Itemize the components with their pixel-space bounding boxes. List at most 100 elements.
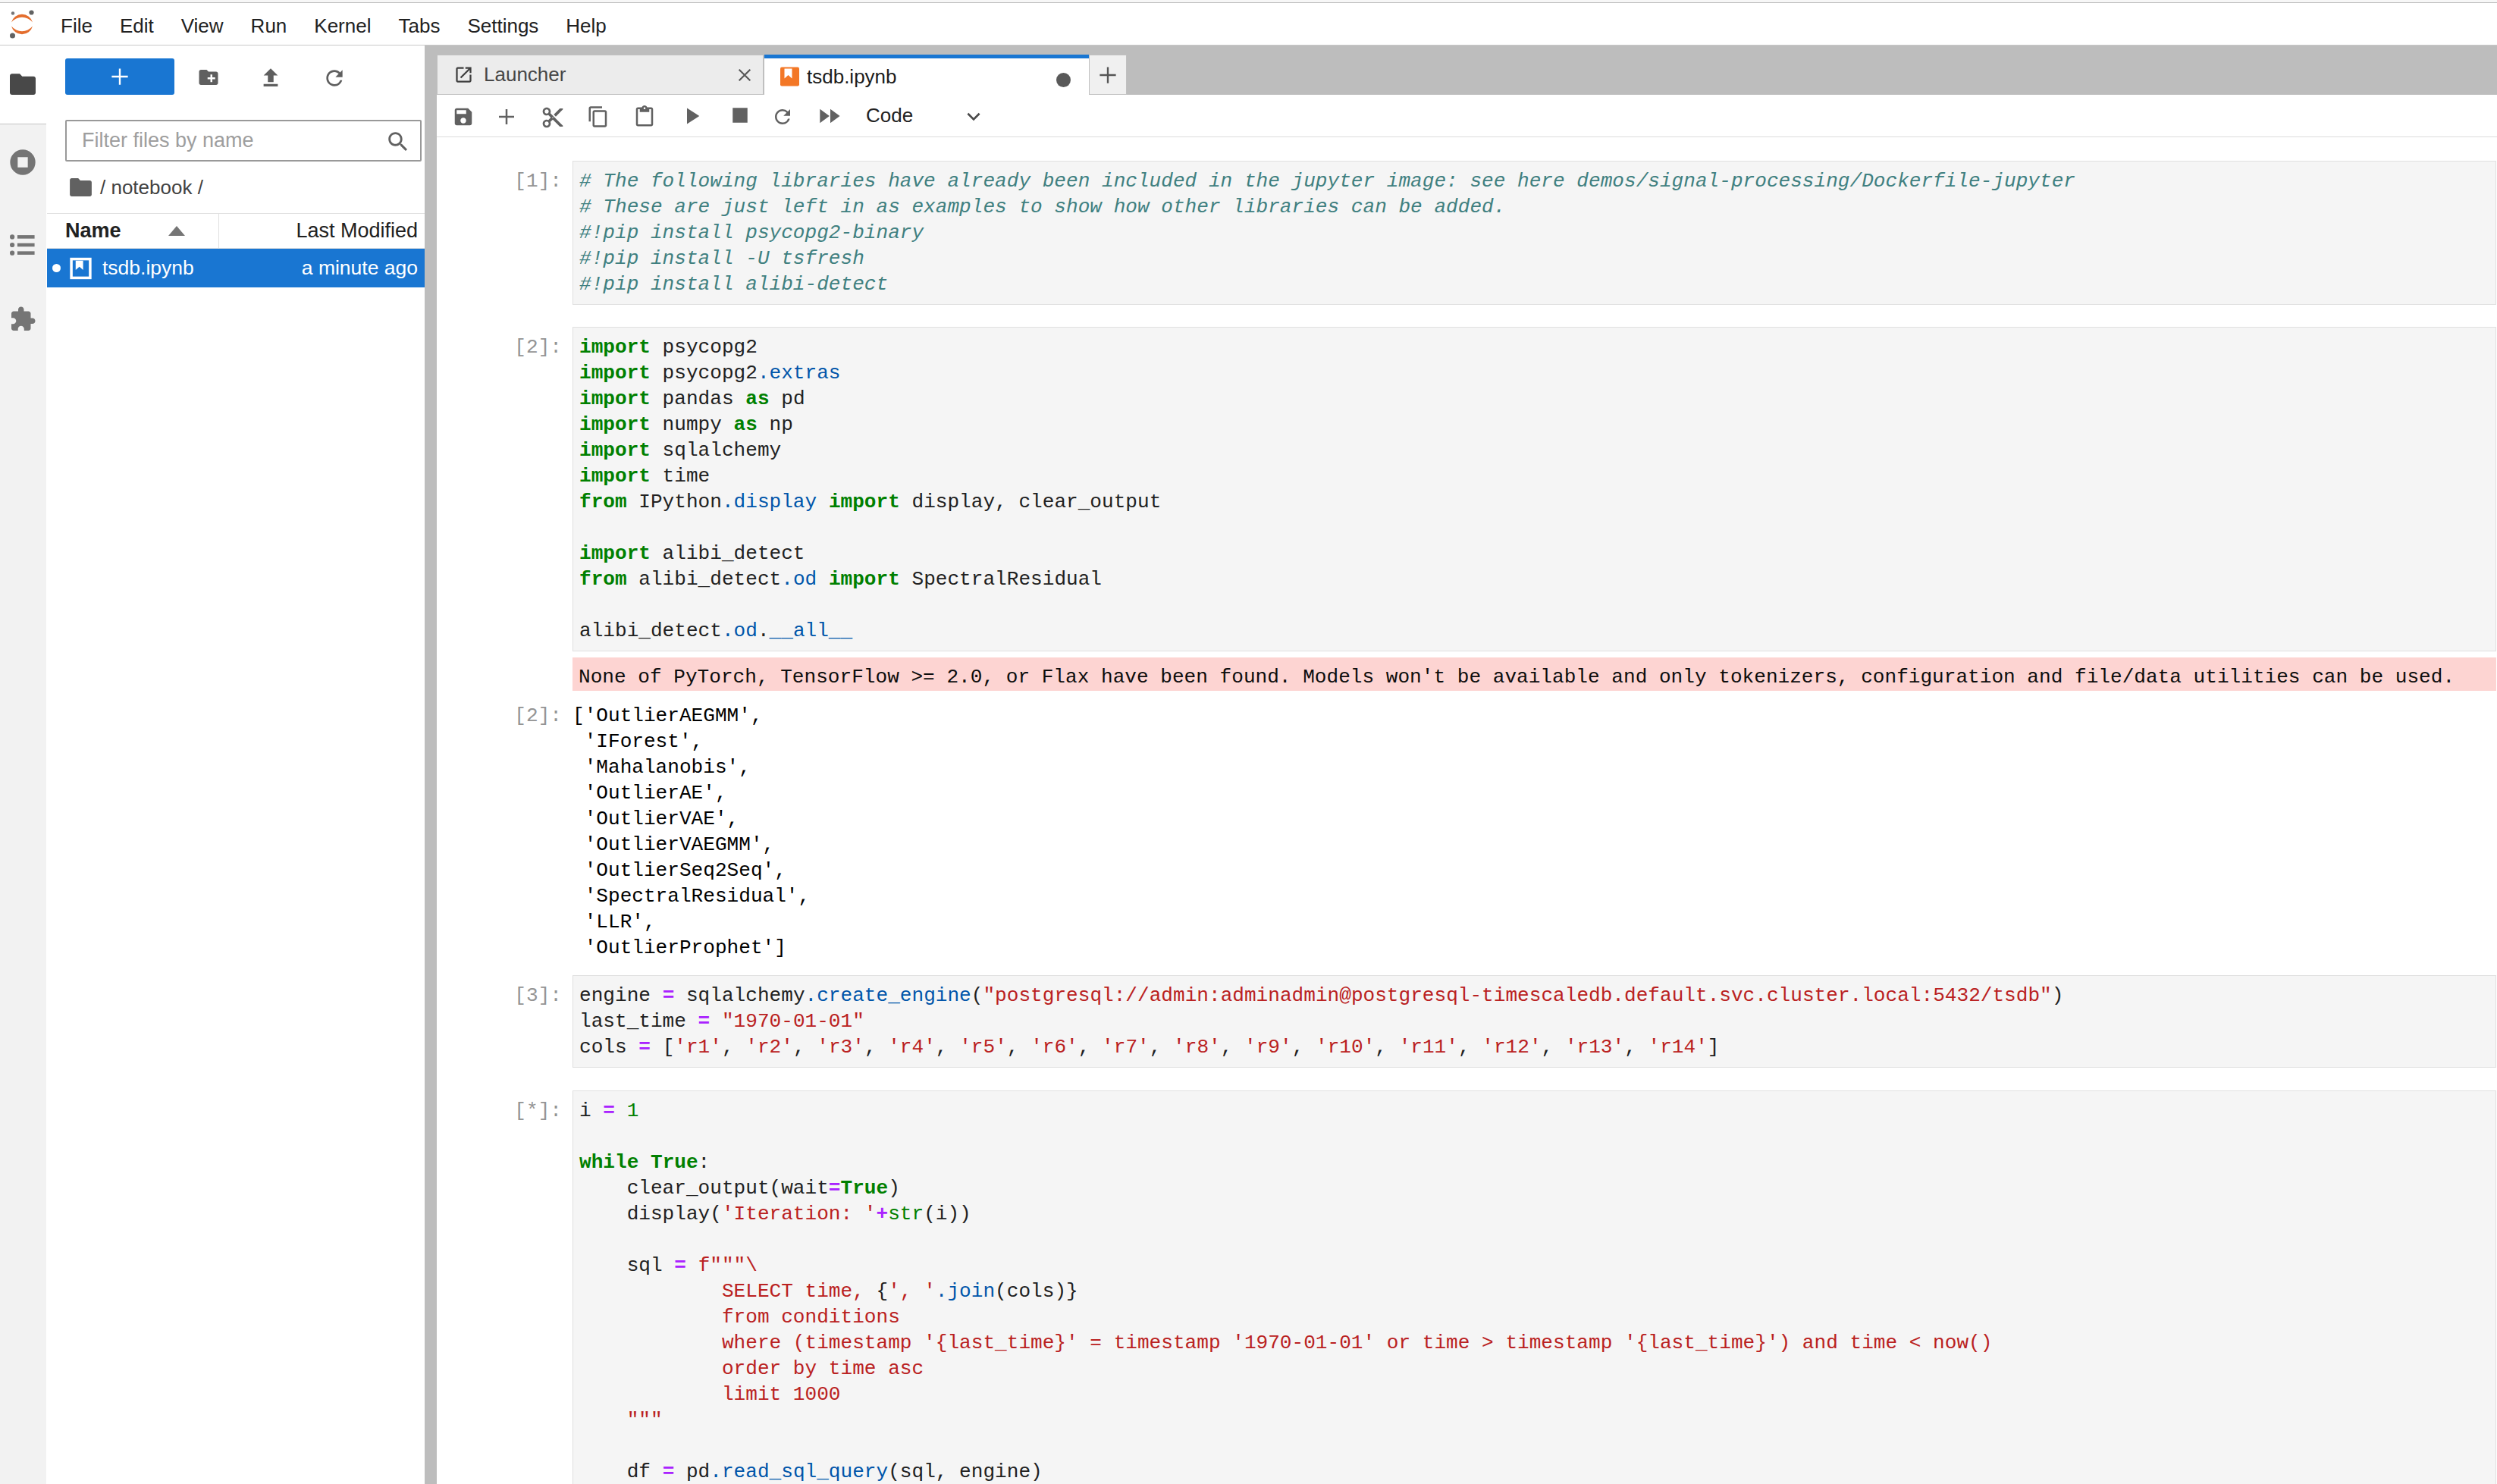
- code-line: from IPython.display import display, cle…: [579, 489, 2495, 515]
- tab-notebook[interactable]: tsdb.ipynb: [764, 55, 1089, 95]
- code-token: import: [579, 413, 651, 436]
- cut-button[interactable]: [541, 105, 562, 127]
- code-token: 'r12': [1482, 1036, 1541, 1059]
- code-token: # These are just left in as examples to …: [579, 196, 1505, 218]
- code-line: """: [579, 1407, 2495, 1433]
- close-icon[interactable]: [736, 67, 753, 83]
- code-line: [579, 515, 2495, 541]
- code-token: clear_output(wait: [579, 1177, 829, 1200]
- cell-editor[interactable]: i = 1 while True: clear_output(wait=True…: [572, 1090, 2496, 1484]
- code-token: last_time: [579, 1010, 698, 1033]
- menu-item-kernel[interactable]: Kernel: [300, 3, 384, 46]
- home-folder-icon[interactable]: [70, 178, 92, 196]
- code-line: #!pip install alibi-detect: [579, 271, 2495, 297]
- cell-editor[interactable]: # The following libraries have already b…: [572, 161, 2496, 305]
- code-token: (i)): [924, 1203, 971, 1225]
- menu-item-settings[interactable]: Settings: [453, 3, 552, 46]
- tab-notebook-label: tsdb.ipynb: [807, 65, 897, 89]
- code-token: [710, 1010, 722, 1033]
- code-token: ,: [1007, 1036, 1030, 1059]
- run-button[interactable]: [682, 105, 703, 127]
- code-token: 'r13': [1565, 1036, 1624, 1059]
- add-cell-button[interactable]: [495, 105, 516, 127]
- code-token: 'Iteration: ': [722, 1203, 877, 1225]
- code-token: .display: [722, 491, 817, 513]
- new-tab-button[interactable]: [1089, 55, 1127, 95]
- cell-type-dropdown[interactable]: Code: [866, 104, 913, 127]
- code-token: import: [579, 387, 651, 410]
- stderr-output: None of PyTorch, TensorFlow >= 2.0, or F…: [572, 657, 2496, 691]
- file-row-selected[interactable]: tsdb.ipynb a minute ago: [47, 249, 425, 287]
- activity-running-sessions-icon[interactable]: [0, 147, 45, 177]
- code-token: time: [651, 465, 710, 488]
- code-token: sqlalchemy: [674, 984, 805, 1007]
- code-line: import pandas as pd: [579, 386, 2495, 412]
- new-launcher-button[interactable]: [65, 58, 174, 95]
- code-line: [579, 592, 2495, 618]
- code-token: IPython: [627, 491, 722, 513]
- cell-editor[interactable]: import psycopg2import psycopg2.extrasimp…: [572, 327, 2496, 651]
- code-token: :: [698, 1151, 711, 1174]
- restart-button[interactable]: [771, 105, 792, 127]
- code-token: 'r8': [1173, 1036, 1221, 1059]
- output-line: 'Mahalanobis',: [572, 755, 2496, 780]
- code-line: import numpy as np: [579, 412, 2495, 438]
- code-token: as: [745, 387, 769, 410]
- code-token: alibi_detect: [579, 620, 722, 642]
- output-line: 'SpectralResidual',: [572, 883, 2496, 909]
- output-line: 'OutlierVAE',: [572, 806, 2496, 832]
- menu-item-edit[interactable]: Edit: [106, 3, 168, 46]
- code-token: engine: [579, 984, 663, 1007]
- code-token: df: [579, 1460, 663, 1483]
- code-token: 'r2': [745, 1036, 793, 1059]
- upload-button[interactable]: [259, 66, 284, 89]
- activity-folder-icon[interactable]: [0, 74, 45, 96]
- code-line: display('Iteration: '+str(i)): [579, 1201, 2495, 1227]
- code-token: 'r7': [1102, 1036, 1150, 1059]
- code-line: [579, 1227, 2495, 1253]
- code-token: 'r11': [1399, 1036, 1458, 1059]
- menu-item-file[interactable]: File: [47, 3, 106, 46]
- file-filter-input[interactable]: [67, 121, 420, 160]
- notebook-panel: [1]:# The following libraries have alrea…: [437, 137, 2497, 1484]
- menu-item-help[interactable]: Help: [552, 3, 620, 46]
- dock-tab-bar: Launcher tsdb.ipynb: [437, 45, 2497, 95]
- paste-button[interactable]: [633, 105, 654, 127]
- panel-splitter[interactable]: [425, 45, 437, 1484]
- cell-editor[interactable]: engine = sqlalchemy.create_engine("postg…: [572, 975, 2496, 1068]
- code-cell: [3]:engine = sqlalchemy.create_engine("p…: [437, 975, 2497, 1068]
- code-token: True: [841, 1177, 889, 1200]
- code-line: last_time = "1970-01-01": [579, 1009, 2495, 1034]
- code-token: import: [579, 439, 651, 462]
- run-all-button[interactable]: [818, 105, 839, 127]
- new-folder-button[interactable]: [196, 66, 221, 89]
- activity-table-of-contents-icon[interactable]: [0, 234, 45, 256]
- refresh-button[interactable]: [322, 66, 348, 89]
- chevron-down-icon: [964, 106, 983, 126]
- code-token: =: [638, 1036, 651, 1059]
- copy-button[interactable]: [587, 105, 608, 127]
- menu-item-run[interactable]: Run: [237, 3, 301, 46]
- breadcrumb[interactable]: / notebook /: [47, 175, 425, 199]
- activity-extensions-icon[interactable]: [0, 306, 45, 333]
- code-token: psycopg2: [651, 362, 758, 384]
- tab-launcher[interactable]: Launcher: [437, 55, 764, 95]
- menu-item-tabs[interactable]: Tabs: [384, 3, 453, 46]
- input-prompt: [*]:: [437, 1090, 572, 1484]
- code-token: "1970-01-01": [722, 1010, 864, 1033]
- column-header-name[interactable]: Name: [47, 214, 218, 248]
- code-token: 'r10': [1316, 1036, 1375, 1059]
- stop-button[interactable]: [730, 105, 751, 127]
- code-token: 'r1': [674, 1036, 722, 1059]
- code-token: str: [888, 1203, 924, 1225]
- code-token: .: [758, 620, 770, 642]
- code-line: from alibi_detect.od import SpectralResi…: [579, 566, 2495, 592]
- code-token: ]: [1708, 1036, 1720, 1059]
- code-token: ,: [864, 1036, 888, 1059]
- menu-item-view[interactable]: View: [168, 3, 237, 46]
- save-button[interactable]: [452, 105, 473, 127]
- column-header-last-modified-label: Last Modified: [296, 219, 418, 243]
- code-token: =: [663, 1460, 675, 1483]
- code-token: #!pip install -U tsfresh: [579, 247, 864, 270]
- column-header-last-modified[interactable]: Last Modified: [218, 214, 425, 248]
